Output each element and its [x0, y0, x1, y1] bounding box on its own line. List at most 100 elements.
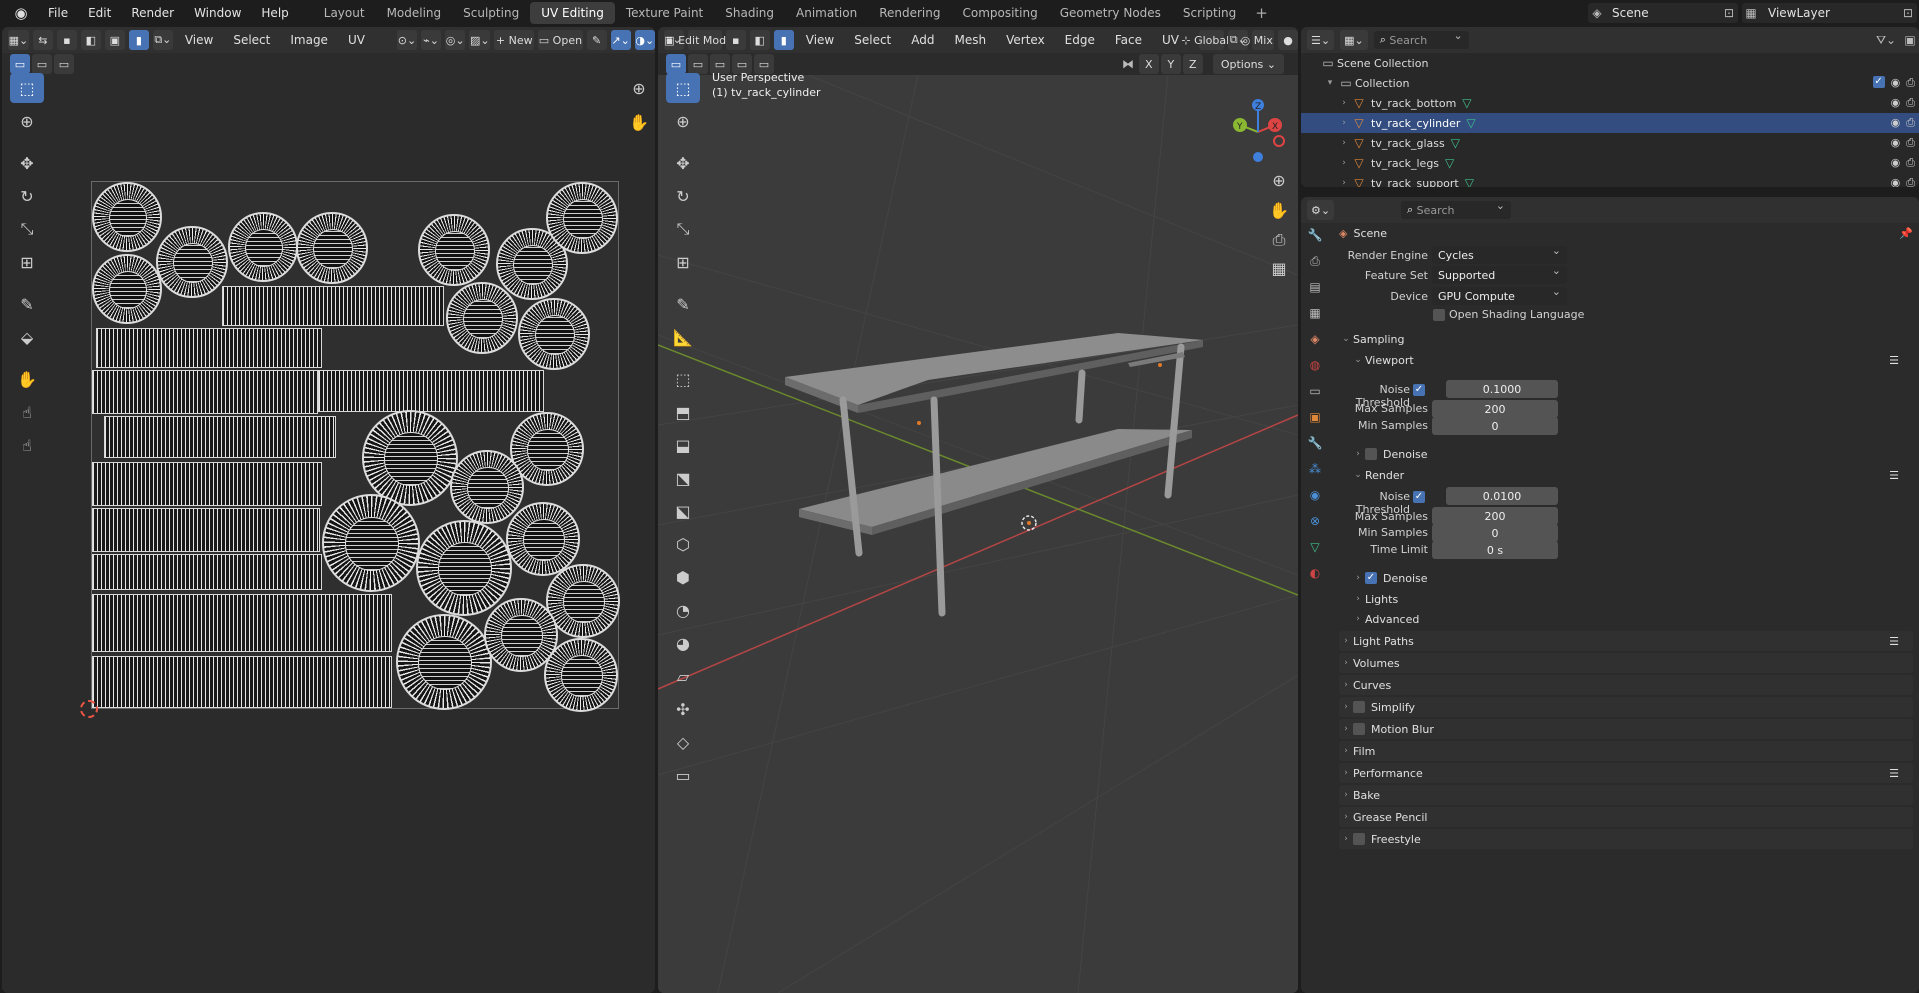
uv-sync-icon[interactable]: ⇆	[32, 30, 53, 50]
mesh-data-icon[interactable]: ▽	[1462, 96, 1471, 110]
proportional-selector[interactable]: ◎ Mix ⌄	[1241, 30, 1286, 50]
feature-set-dropdown[interactable]: Supported	[1432, 264, 1567, 284]
outliner-item[interactable]: › ▽ tv_rack_bottom ▽ ◉ ⎙	[1301, 93, 1919, 113]
physics-tab-icon[interactable]: ◉	[1303, 483, 1327, 507]
select-mode-extend-icon[interactable]: ▭	[688, 54, 708, 74]
vp-denoise-subpanel-header[interactable]: › Denoise	[1351, 444, 1913, 464]
r-denoise-subpanel-header[interactable]: › ✓ Denoise	[1351, 568, 1913, 588]
expand-icon[interactable]: ›	[1337, 98, 1351, 108]
mesh-data-icon[interactable]: ▽	[1451, 136, 1460, 150]
zoom-view-icon[interactable]: ⊕	[1262, 165, 1296, 195]
advanced-subpanel-header[interactable]: › Advanced	[1351, 609, 1913, 629]
render-subpanel-header[interactable]: ⌄ Render ☰	[1351, 465, 1913, 485]
osl-checkbox[interactable]	[1433, 309, 1445, 321]
select-box-tool-icon[interactable]: ⬚	[10, 73, 44, 103]
visibility-eye-icon[interactable]: ◉	[1891, 96, 1901, 110]
knife-tool-icon[interactable]: ⬡	[666, 529, 700, 559]
expand-icon[interactable]: ›	[1337, 178, 1351, 187]
navigation-gizmo[interactable]: X Y Z	[1225, 99, 1291, 165]
vp-menu-mesh[interactable]: Mesh	[947, 30, 995, 50]
uv-2d-cursor-icon[interactable]	[80, 700, 98, 718]
menu-render[interactable]: Render	[121, 0, 184, 26]
particles-tab-icon[interactable]: ⁂	[1303, 457, 1327, 481]
rotate-tool-icon[interactable]: ↻	[10, 181, 44, 211]
vp-max-samples-field[interactable]: 200	[1432, 400, 1558, 418]
pivot-icon[interactable]: ⊙⌄	[396, 30, 418, 50]
outliner-collection[interactable]: ▾ ▭ Collection ✓ ◉ ⎙	[1301, 73, 1919, 93]
scale-tool-icon[interactable]: ⤡	[666, 214, 700, 244]
options-button[interactable]: Options ⌄	[1212, 54, 1284, 74]
edge-mode-icon[interactable]: ◧	[749, 30, 770, 50]
expand-icon[interactable]: ▾	[1323, 78, 1337, 88]
time-limit-field[interactable]: 0 s	[1432, 541, 1558, 559]
edge-select-icon[interactable]: ◧	[80, 30, 101, 50]
vertex-select-icon[interactable]: ▪	[56, 30, 77, 50]
tab-scripting[interactable]: Scripting	[1172, 2, 1247, 24]
pin-icon[interactable]: 📌	[1899, 227, 1913, 240]
relax-tool-icon[interactable]: ☝	[10, 397, 44, 427]
pan-view-icon[interactable]: ✋	[1262, 195, 1296, 225]
motion-blur-checkbox[interactable]	[1353, 723, 1365, 735]
vertex-mode-icon[interactable]: ▪	[725, 30, 746, 50]
tab-uv-editing[interactable]: UV Editing	[530, 2, 615, 24]
tab-texture-paint[interactable]: Texture Paint	[615, 2, 714, 24]
sampling-panel-header[interactable]: ⌄ Sampling	[1339, 329, 1913, 349]
tab-animation[interactable]: Animation	[785, 2, 868, 24]
device-dropdown[interactable]: GPU Compute	[1432, 285, 1567, 305]
view-layer-tab-icon[interactable]: ▦	[1303, 301, 1327, 325]
move-tool-icon[interactable]: ✥	[10, 148, 44, 178]
visibility-eye-icon[interactable]: ◉	[1891, 116, 1901, 130]
filter-icon[interactable]: ⛛⌄	[1876, 31, 1896, 49]
freestyle-checkbox[interactable]	[1353, 833, 1365, 845]
mesh-data-icon[interactable]: ▽	[1465, 176, 1474, 187]
mirror-z-toggle[interactable]: Z	[1182, 54, 1203, 74]
view-layer-selector[interactable]: ▦ ViewLayer ⊡	[1742, 3, 1917, 23]
vp-menu-add[interactable]: Add	[903, 30, 942, 50]
select-mode-subtract-icon[interactable]: ▭	[54, 54, 74, 74]
grab-tool-icon[interactable]: ✋	[10, 364, 44, 394]
loop-cut-tool-icon[interactable]: ⬕	[666, 496, 700, 526]
film-panel[interactable]: › Film	[1339, 741, 1913, 761]
perspective-toggle-icon[interactable]: ▦	[1262, 253, 1296, 283]
transform-tool-icon[interactable]: ⊞	[10, 247, 44, 277]
outliner-item[interactable]: › ▽ tv_rack_support ▽ ◉ ⎙	[1301, 173, 1919, 187]
mode-selector[interactable]: ▣ Edit Mode ⌄	[664, 30, 746, 50]
uv-menu-view[interactable]: View	[177, 30, 221, 50]
outliner-search-input[interactable]: ⌕ Search	[1373, 29, 1469, 49]
vp-menu-select[interactable]: Select	[846, 30, 899, 50]
r-min-samples-field[interactable]: 0	[1432, 524, 1558, 542]
image-browse-icon[interactable]: ▨⌄	[469, 30, 491, 50]
camera-view-icon[interactable]: ⎙	[1262, 225, 1296, 255]
tab-modeling[interactable]: Modeling	[376, 2, 453, 24]
r-noise-threshold-checkbox[interactable]: ✓	[1413, 491, 1425, 503]
new-collection-icon[interactable]: ▣	[1901, 31, 1919, 49]
pin-icon[interactable]: ⊡	[1720, 4, 1738, 22]
tab-rendering[interactable]: Rendering	[868, 2, 951, 24]
zoom-view-icon[interactable]: ⊕	[622, 73, 655, 103]
expand-icon[interactable]: ›	[1337, 138, 1351, 148]
rip-tool-icon[interactable]: ▭	[666, 760, 700, 790]
bevel-tool-icon[interactable]: ⬔	[666, 463, 700, 493]
inset-tool-icon[interactable]: ⬓	[666, 430, 700, 460]
light-paths-panel[interactable]: › Light Paths ☰	[1339, 631, 1913, 651]
shrink-tool-icon[interactable]: ✣	[666, 694, 700, 724]
snap-icon[interactable]: ⌁⌄	[421, 30, 442, 50]
bake-panel[interactable]: › Bake	[1339, 785, 1913, 805]
rip-tool-icon[interactable]: ⬙	[10, 322, 44, 352]
visibility-eye-icon[interactable]: ◉	[1891, 136, 1901, 150]
transform-tool-icon[interactable]: ⊞	[666, 247, 700, 277]
simplify-checkbox[interactable]	[1353, 701, 1365, 713]
vp-denoise-checkbox[interactable]	[1365, 448, 1377, 460]
render-camera-icon[interactable]: ⎙	[1906, 96, 1915, 110]
uv-menu-uv[interactable]: UV	[340, 30, 373, 50]
visibility-eye-icon[interactable]: ◉	[1891, 176, 1901, 187]
freestyle-panel[interactable]: › Freestyle	[1339, 829, 1913, 849]
annotate-tool-icon[interactable]: ✎	[10, 289, 44, 319]
constraints-tab-icon[interactable]: ⊗	[1303, 509, 1327, 533]
outliner-item-selected[interactable]: › ▽ tv_rack_cylinder ▽ ◉ ⎙	[1301, 113, 1919, 133]
copy-icon[interactable]: ⊡	[1899, 4, 1917, 22]
annotate-tool-icon[interactable]: ✎	[666, 289, 700, 319]
lights-subpanel-header[interactable]: › Lights	[1351, 589, 1913, 609]
vp-noise-threshold-checkbox[interactable]: ✓	[1413, 384, 1425, 396]
data-tab-icon[interactable]: ▽	[1303, 535, 1327, 559]
